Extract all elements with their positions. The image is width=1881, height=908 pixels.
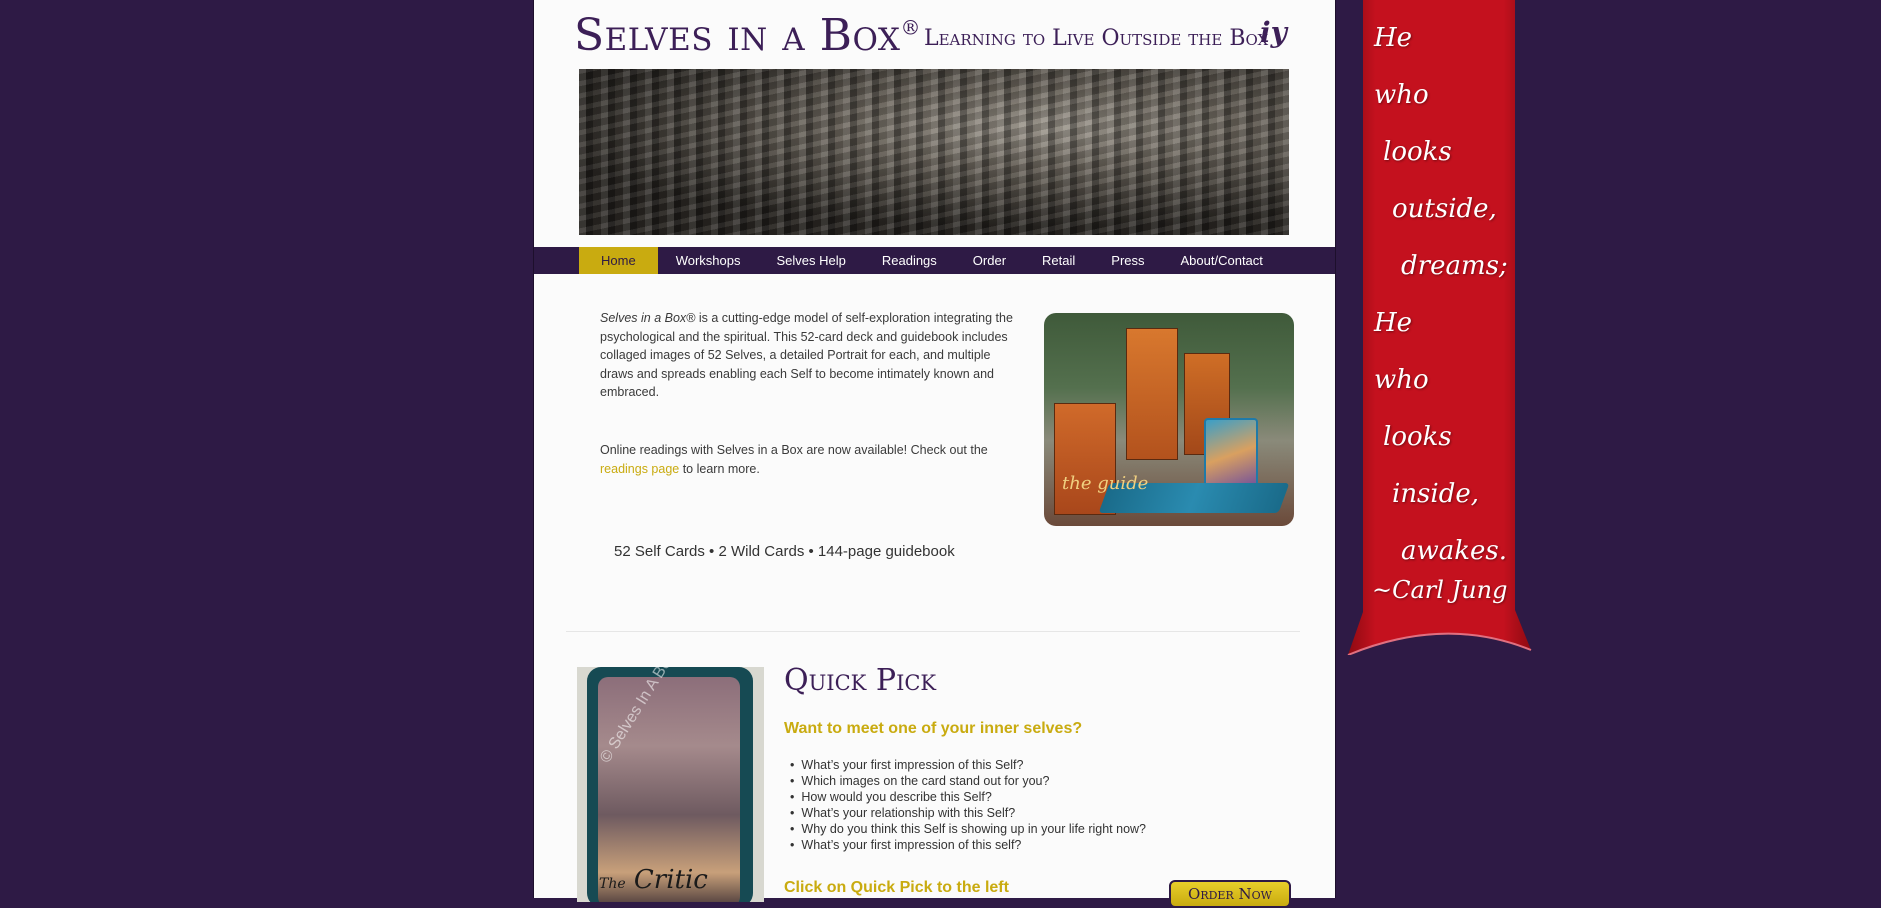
main-nav: Home Workshops Selves Help Readings Orde… (534, 247, 1335, 274)
quote-line: dreams; (1401, 251, 1508, 281)
list-item: Why do you think this Self is showing up… (790, 821, 1146, 837)
box-image (1126, 328, 1178, 460)
card-title-prefix: The (599, 876, 626, 892)
quick-pick-card[interactable]: © Selves In A Box The Critic (577, 667, 764, 902)
nav-item-selves-help[interactable]: Selves Help (758, 247, 863, 274)
section-divider (566, 631, 1300, 632)
quote-line: outside, (1392, 194, 1497, 224)
header-banner-image (579, 69, 1289, 235)
quote-line: awakes. (1401, 536, 1508, 566)
card-title-text: Critic (633, 865, 708, 895)
nav-item-workshops[interactable]: Workshops (658, 247, 759, 274)
readings-notice: Online readings with Selves in a Box are… (600, 441, 1020, 478)
quote-line: who (1374, 80, 1429, 110)
list-item: What’s your relationship with this Self? (790, 805, 1146, 821)
readings-notice-text: Online readings with Selves in a Box are… (600, 443, 988, 457)
quote-line: who (1374, 365, 1429, 395)
list-item: Which images on the card stand out for y… (790, 773, 1146, 789)
list-item: What’s your first impression of this Sel… (790, 757, 1146, 773)
nav-item-order[interactable]: Order (955, 247, 1024, 274)
nav-item-about-contact[interactable]: About/Contact (1163, 247, 1281, 274)
quote-line: He (1374, 308, 1413, 338)
quick-pick-heading: Quick Pick (784, 663, 937, 698)
guide-cover-text: the guide (1062, 473, 1149, 494)
order-now-button[interactable]: Order Now (1169, 880, 1291, 908)
quick-pick-questions: What’s your first impression of this Sel… (790, 757, 1146, 853)
list-item: How would you describe this Self? (790, 789, 1146, 805)
product-stats: 52 Self Cards • 2 Wild Cards • 144-page … (614, 543, 955, 560)
site-title[interactable]: Selves in a Box® (574, 10, 921, 61)
quote-author: ~Carl Jung (1372, 576, 1508, 604)
quote-line: He (1374, 23, 1413, 53)
quote-text: He who looks outside, dreams; He who loo… (1374, 10, 1544, 580)
readings-page-link[interactable]: readings page (600, 462, 679, 476)
site-title-text: Selves in a Box (574, 10, 901, 61)
nav-item-press[interactable]: Press (1093, 247, 1162, 274)
intro-text: Selves in a Box® is a cutting-edge model… (600, 309, 1020, 402)
nav-item-retail[interactable]: Retail (1024, 247, 1093, 274)
quote-line: looks (1383, 137, 1452, 167)
card-title: The Critic (599, 865, 708, 895)
readings-notice-end: to learn more. (679, 461, 760, 476)
quick-pick-cta: Click on Quick Pick to the left (784, 879, 1009, 896)
quote-line: looks (1383, 422, 1452, 452)
registered-mark: ® (900, 15, 921, 40)
site-tagline: Learning to Live Outside the Box (924, 26, 1269, 51)
page-container: Selves in a Box® Learning to Live Outsid… (533, 0, 1336, 908)
quick-pick-subheading: Want to meet one of your inner selves? (784, 720, 1083, 737)
nav-item-readings[interactable]: Readings (864, 247, 955, 274)
card-image-small (1204, 418, 1258, 492)
nav-item-home[interactable]: Home (579, 247, 658, 274)
logo-icon: iy (1260, 16, 1287, 49)
product-photo: the guide (1044, 313, 1294, 526)
list-item: What’s your first impression of this sel… (790, 837, 1146, 853)
quote-line: inside, (1392, 479, 1480, 509)
product-name: Selves in a Box® (600, 311, 696, 325)
